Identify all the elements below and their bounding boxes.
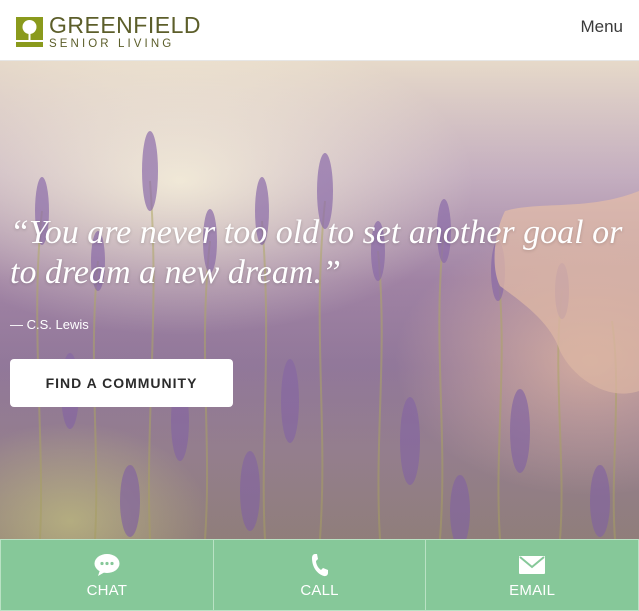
email-button[interactable]: EMAIL (426, 539, 639, 611)
hero-banner: “You are never too old to set another go… (0, 61, 639, 539)
envelope-icon (519, 552, 546, 578)
quote-author: — C.S. Lewis (10, 317, 89, 332)
find-a-community-button[interactable]: FIND A COMMUNITY (10, 359, 233, 407)
greenfield-logo[interactable]: GREENFIELD SENIOR LIVING (16, 14, 201, 51)
menu-button[interactable]: Menu (580, 17, 623, 37)
contact-action-bar: CHAT CALL EMAIL (0, 539, 639, 611)
tree-square-icon (16, 17, 43, 48)
hero-overlay (0, 61, 639, 539)
email-label: EMAIL (509, 581, 556, 599)
logo-name-line2: SENIOR LIVING (49, 38, 175, 50)
call-button[interactable]: CALL (213, 539, 427, 611)
call-label: CALL (300, 581, 339, 599)
chat-bubble-icon (94, 552, 120, 578)
site-header: GREENFIELD SENIOR LIVING Menu (0, 0, 639, 61)
phone-icon (311, 552, 329, 578)
chat-label: CHAT (86, 581, 128, 599)
logo-name-line1: GREENFIELD (49, 12, 201, 38)
chat-button[interactable]: CHAT (0, 539, 214, 611)
logo-wordmark: GREENFIELD SENIOR LIVING (49, 14, 201, 51)
hero-quote: “You are never too old to set another go… (10, 214, 623, 291)
